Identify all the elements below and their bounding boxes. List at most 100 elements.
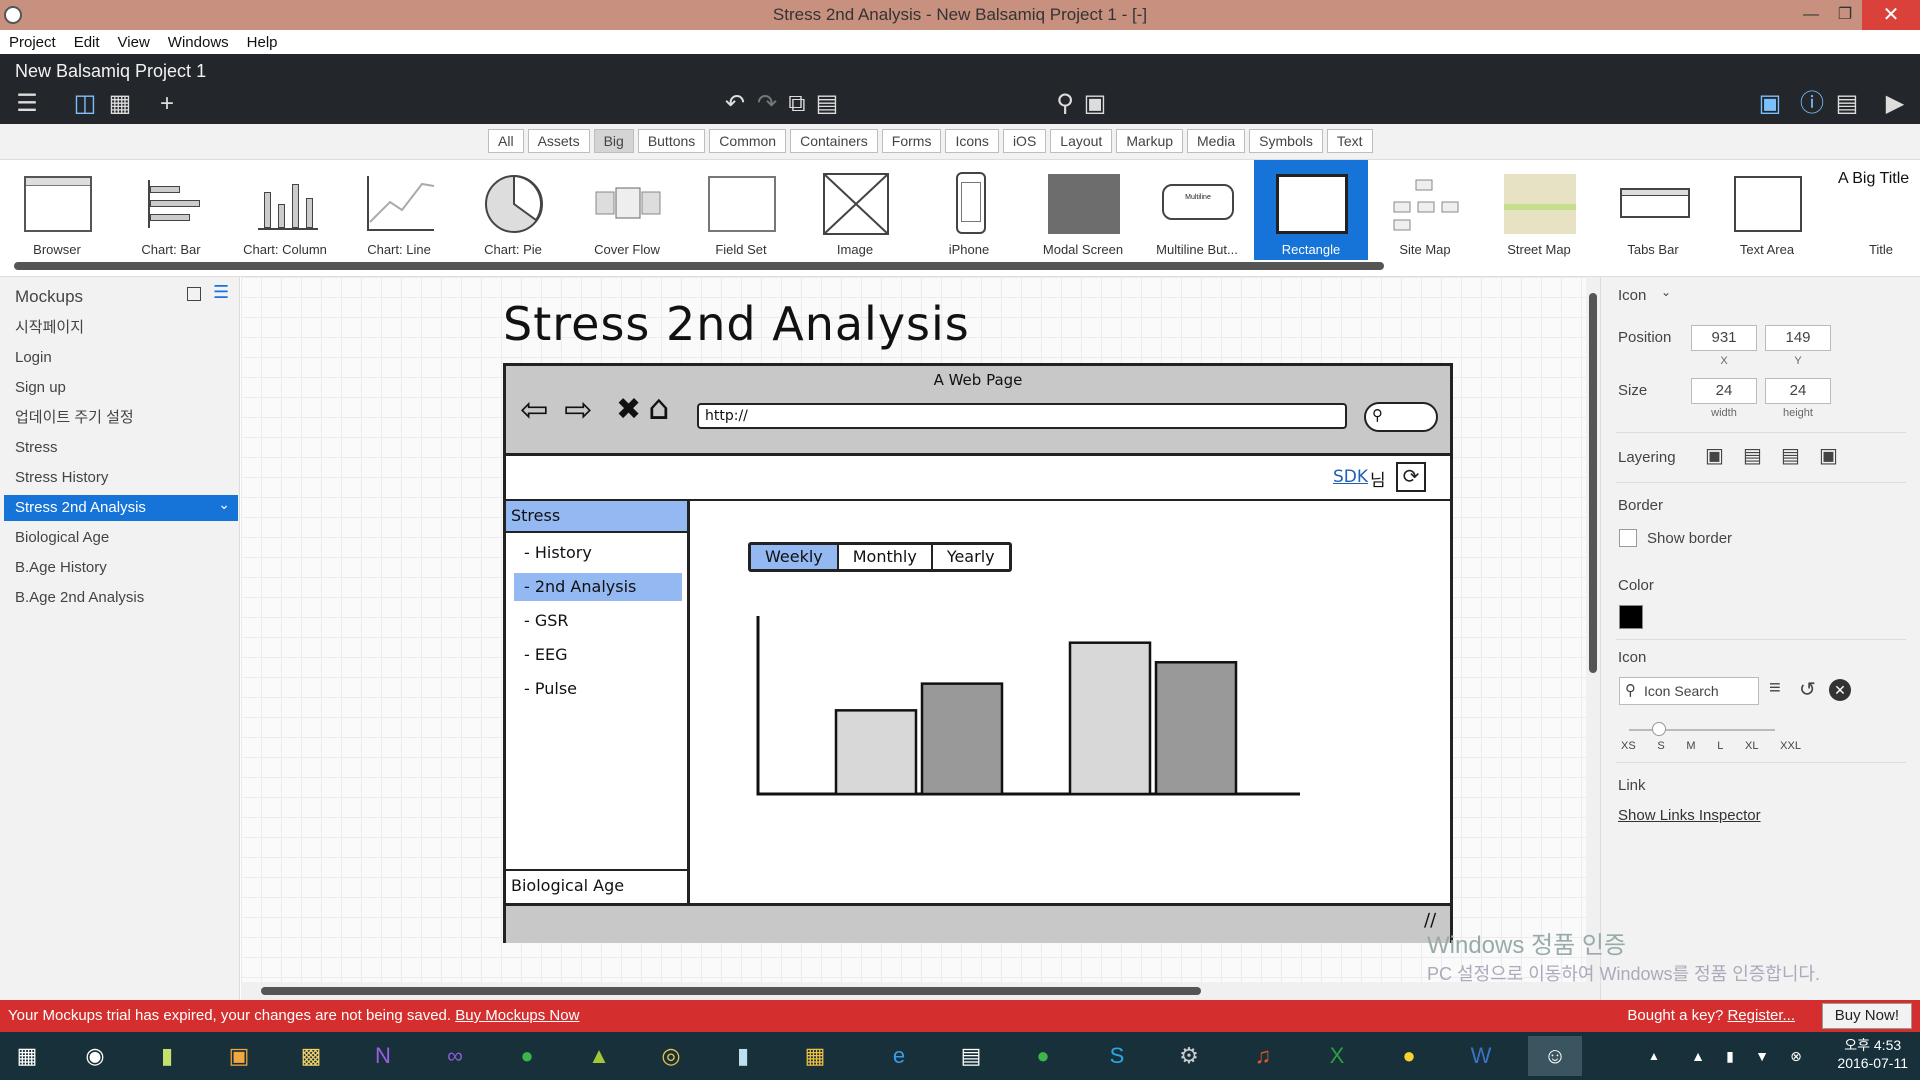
minimize-button[interactable]: — xyxy=(1794,0,1828,30)
inspector-type[interactable]: Icon xyxy=(1618,287,1646,304)
sticky-app-icon[interactable]: ▮ xyxy=(716,1036,770,1076)
refresh-icon[interactable]: ⟳ xyxy=(1396,462,1426,492)
flip-icon[interactable]: ↺ xyxy=(1799,677,1816,702)
mockup-list-item[interactable]: Login xyxy=(4,345,238,371)
library-tab-assets[interactable]: Assets xyxy=(527,129,590,153)
undo-icon[interactable]: ↶ xyxy=(720,90,750,118)
side-menu-item[interactable]: - History xyxy=(514,539,682,567)
onenote-icon[interactable]: N xyxy=(356,1036,410,1076)
kakaotalk-icon[interactable]: ● xyxy=(1382,1036,1436,1076)
network-icon[interactable]: ▲ xyxy=(1688,1036,1708,1076)
close-button[interactable]: ✕ xyxy=(1862,0,1920,30)
icon-size-slider-handle[interactable] xyxy=(1652,722,1666,736)
side-menu-item[interactable]: - Pulse xyxy=(514,675,682,703)
volume-icon[interactable]: ▼ xyxy=(1752,1036,1772,1076)
menu-windows[interactable]: Windows xyxy=(159,34,238,51)
android-studio-icon[interactable]: ▲ xyxy=(572,1036,626,1076)
back-arrow-icon[interactable]: ⇦ xyxy=(520,390,549,430)
user-link[interactable]: SDK xyxy=(1333,467,1368,487)
info-icon[interactable]: ⓘ xyxy=(1797,90,1827,118)
thumbnail-view-icon[interactable] xyxy=(187,287,201,301)
side-menu-item[interactable]: - EEG xyxy=(514,641,682,669)
search-icon[interactable]: ⚲ xyxy=(1050,90,1080,118)
properties-icon[interactable]: ▤ xyxy=(1832,90,1862,118)
position-x-field[interactable]: 931 xyxy=(1691,325,1757,351)
icon-size-l[interactable]: L xyxy=(1717,740,1723,752)
balsamiq-icon[interactable]: ☺ xyxy=(1528,1036,1582,1076)
visual-studio-icon[interactable]: ∞ xyxy=(428,1036,482,1076)
menu-help[interactable]: Help xyxy=(238,34,287,51)
grid-view-icon[interactable]: ▦ xyxy=(105,90,135,118)
side-menu-footer[interactable]: Biological Age xyxy=(506,869,687,903)
library-item-street-map[interactable]: Street Map xyxy=(1482,160,1596,260)
excel-icon[interactable]: X xyxy=(1310,1036,1364,1076)
library-item-iphone[interactable]: iPhone xyxy=(912,160,1026,260)
register-link[interactable]: Register... xyxy=(1727,1007,1795,1024)
mockup-list-item[interactable]: Sign up xyxy=(4,375,238,401)
notes-app-icon[interactable]: ▮ xyxy=(140,1036,194,1076)
side-menu-header[interactable]: Stress xyxy=(506,501,687,533)
color-swatch[interactable] xyxy=(1619,605,1643,629)
tray-expand-icon[interactable]: ▲ xyxy=(1644,1036,1664,1076)
library-tab-media[interactable]: Media xyxy=(1187,129,1246,153)
maximize-button[interactable]: ❐ xyxy=(1828,0,1862,30)
battery-icon[interactable]: ▮ xyxy=(1720,1036,1740,1076)
list-view-icon[interactable]: ☰ xyxy=(213,282,229,303)
notification-icon[interactable]: ⊗ xyxy=(1786,1036,1806,1076)
mockup-list-item[interactable]: B.Age 2nd Analysis xyxy=(4,585,238,611)
mockup-list-item[interactable]: 업데이트 주기 설정 xyxy=(4,405,238,431)
icon-size-slider[interactable] xyxy=(1629,729,1775,731)
library-item-modal-screen[interactable]: Modal Screen xyxy=(1026,160,1140,260)
settings-gear-icon[interactable]: ⚙ xyxy=(1162,1036,1216,1076)
library-tab-buttons[interactable]: Buttons xyxy=(637,129,706,153)
library-item-chart-column[interactable]: Chart: Column xyxy=(228,160,342,260)
hamburger-menu-icon[interactable]: ☰ xyxy=(12,90,42,118)
library-tab-markup[interactable]: Markup xyxy=(1116,129,1184,153)
bring-forward-icon[interactable]: ▤ xyxy=(1743,443,1762,468)
library-tab-big[interactable]: Big xyxy=(593,129,634,153)
library-tab-all[interactable]: All xyxy=(488,129,524,153)
system-clock[interactable]: 오후 4:53 2016-07-11 xyxy=(1837,1036,1908,1072)
presentation-icon[interactable]: ▣ xyxy=(1755,90,1785,118)
canvas-horizontal-scrollbar[interactable] xyxy=(241,982,1586,1000)
clear-icon-button[interactable]: ✕ xyxy=(1829,679,1851,701)
browser-mockup[interactable]: A Web Page ⇦ ⇨ ✖ ⌂ http:// ⚲ SDK 님 ⟳ Str… xyxy=(503,363,1453,943)
side-menu-item[interactable]: - 2nd Analysis xyxy=(514,573,682,601)
duplicate-icon[interactable]: ⧉ xyxy=(782,90,812,118)
eclipse-icon[interactable]: ◉ xyxy=(68,1036,122,1076)
library-tab-forms[interactable]: Forms xyxy=(881,129,942,153)
mockup-list-item[interactable]: B.Age History xyxy=(4,555,238,581)
add-mockup-icon[interactable]: + xyxy=(152,90,182,118)
evernote-2-icon[interactable]: ● xyxy=(1016,1036,1070,1076)
bring-to-front-icon[interactable]: ▣ xyxy=(1705,443,1724,468)
menu-view[interactable]: View xyxy=(109,34,159,51)
presentation-app-icon[interactable]: ▣ xyxy=(212,1036,266,1076)
period-tab-monthly[interactable]: Monthly xyxy=(836,545,931,569)
home-icon[interactable]: ⌂ xyxy=(648,388,670,428)
forward-arrow-icon[interactable]: ⇨ xyxy=(564,390,593,430)
buy-now-button[interactable]: Buy Now! xyxy=(1821,1003,1912,1029)
period-tab-yearly[interactable]: Yearly xyxy=(930,545,1009,569)
library-tab-icons[interactable]: Icons xyxy=(945,129,999,153)
redo-icon[interactable]: ↷ xyxy=(752,90,782,118)
icon-size-xl[interactable]: XL xyxy=(1745,740,1758,752)
skype-icon[interactable]: S xyxy=(1090,1036,1144,1076)
mockup-list-item[interactable]: Stress 2nd Analysis ⌄ xyxy=(4,495,238,521)
mockup-list-item[interactable]: Stress xyxy=(4,435,238,461)
library-item-image[interactable]: Image xyxy=(798,160,912,260)
width-field[interactable]: 24 xyxy=(1691,378,1757,404)
url-field[interactable]: http:// xyxy=(697,403,1347,429)
editing-canvas[interactable]: Stress 2nd Analysis A Web Page ⇦ ⇨ ✖ ⌂ h… xyxy=(241,277,1586,999)
library-tab-layout[interactable]: Layout xyxy=(1050,129,1113,153)
canvas-vertical-scrollbar[interactable] xyxy=(1586,277,1600,1000)
chevron-down-icon[interactable]: ⌄ xyxy=(1661,285,1671,299)
show-links-inspector-link[interactable]: Show Links Inspector xyxy=(1618,807,1761,824)
library-item-text-area[interactable]: Text Area xyxy=(1710,160,1824,260)
mockup-title[interactable]: Stress 2nd Analysis xyxy=(503,297,970,351)
icon-search-field[interactable]: ⚲ Icon Search xyxy=(1619,677,1759,705)
library-tab-ios[interactable]: iOS xyxy=(1002,129,1047,153)
library-item-chart-bar[interactable]: Chart: Bar xyxy=(114,160,228,260)
bar-chart[interactable] xyxy=(748,616,1308,806)
library-item-site-map[interactable]: Site Map xyxy=(1368,160,1482,260)
icon-size-xs[interactable]: XS xyxy=(1621,740,1636,752)
